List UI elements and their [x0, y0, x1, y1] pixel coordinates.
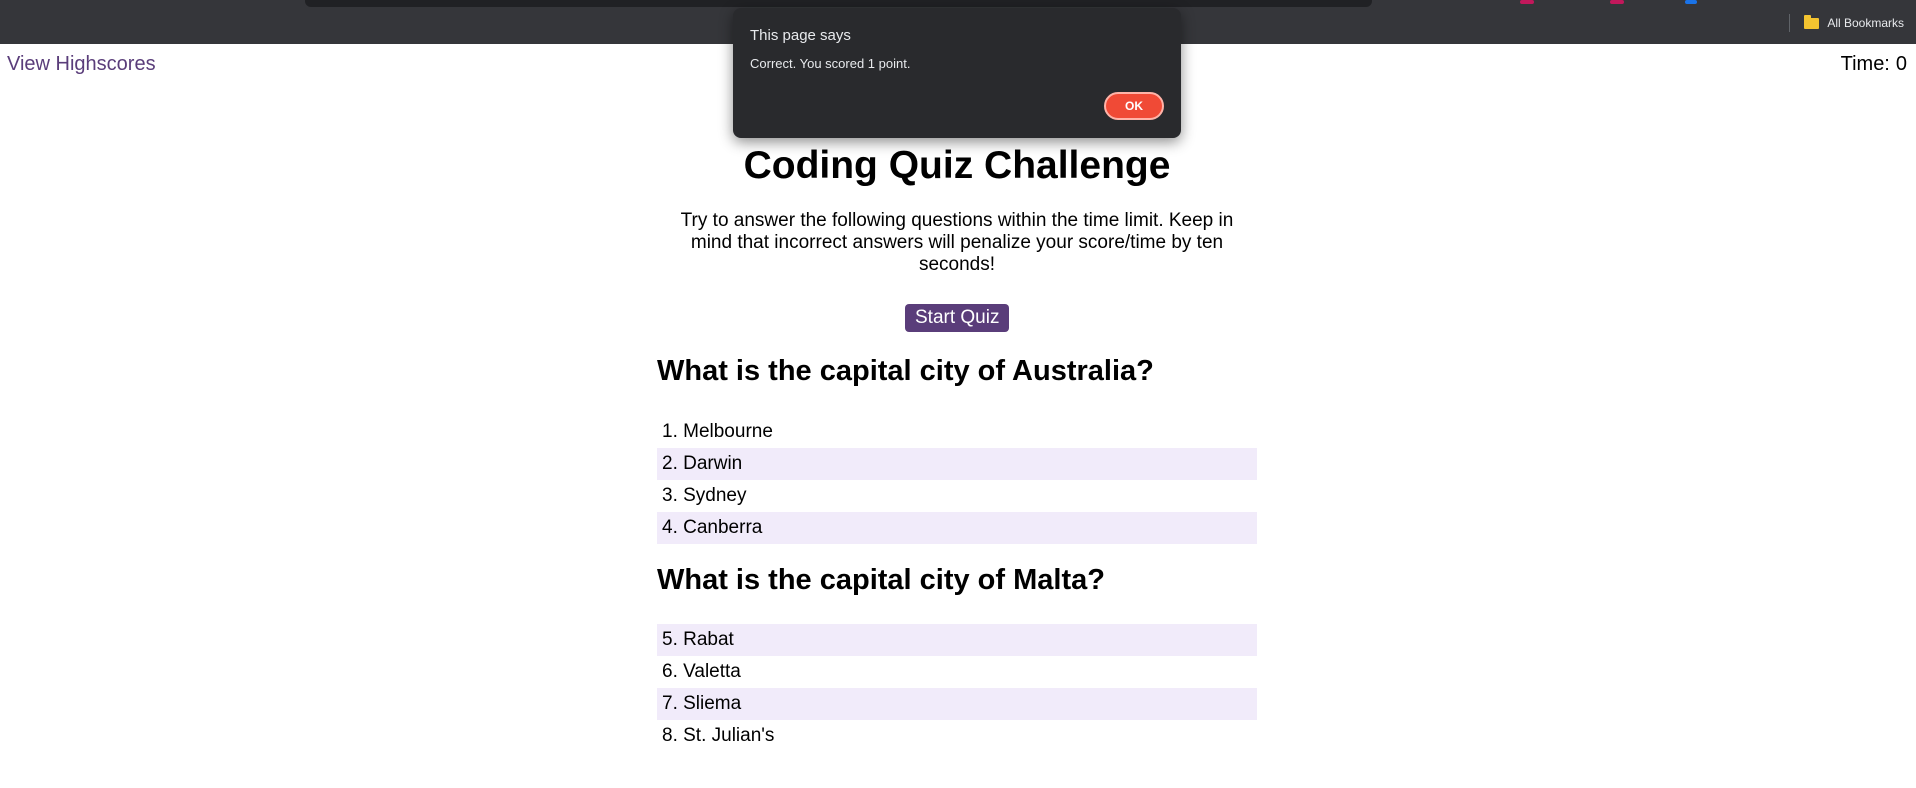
- dialog-title: This page says: [750, 27, 851, 44]
- extension-icon[interactable]: [1520, 0, 1534, 4]
- ok-button[interactable]: OK: [1104, 92, 1164, 120]
- folder-icon: [1804, 14, 1820, 29]
- alert-dialog: This page says Correct. You scored 1 poi…: [733, 8, 1181, 138]
- start-quiz-button[interactable]: Start Quiz: [905, 304, 1010, 332]
- extension-icon[interactable]: [1610, 0, 1624, 4]
- question-2: What is the capital city of Malta?: [657, 562, 1257, 598]
- bookmarks-bar: All Bookmarks: [1789, 14, 1904, 32]
- answer-list-1: 1. Melbourne 2. Darwin 3. Sydney 4. Canb…: [657, 416, 1257, 544]
- answer-list-2: 5. Rabat 6. Valetta 7. Sliema 8. St. Jul…: [657, 624, 1257, 752]
- quiz-container: Coding Quiz Challenge Try to answer the …: [657, 142, 1257, 746]
- timer-label: Time:: [1840, 53, 1890, 75]
- extension-icon[interactable]: [1685, 0, 1697, 4]
- page-title: Coding Quiz Challenge: [743, 144, 1171, 187]
- answer-option[interactable]: 8. St. Julian's: [657, 720, 1257, 752]
- answer-option[interactable]: 3. Sydney: [657, 480, 1257, 512]
- answer-option[interactable]: 4. Canberra: [657, 512, 1257, 544]
- answer-option[interactable]: 1. Melbourne: [657, 416, 1257, 448]
- bookmarks-divider: [1789, 14, 1791, 32]
- question-title: What is the capital city of Malta?: [657, 564, 1105, 596]
- dialog-message: Correct. You scored 1 point.: [750, 56, 911, 71]
- answer-option[interactable]: 5. Rabat: [657, 624, 1257, 656]
- timer-value: 0: [1895, 53, 1907, 75]
- answer-option[interactable]: 7. Sliema: [657, 688, 1257, 720]
- address-bar[interactable]: [305, 0, 1372, 7]
- question-1: What is the capital city of Australia?: [657, 353, 1257, 389]
- all-bookmarks-button[interactable]: All Bookmarks: [1827, 16, 1904, 30]
- answer-option[interactable]: 6. Valetta: [657, 656, 1257, 688]
- question-title: What is the capital city of Australia?: [657, 355, 1154, 387]
- timer: Time: 0: [1841, 53, 1907, 76]
- intro-text: Try to answer the following questions wi…: [680, 210, 1234, 275]
- answer-option[interactable]: 2. Darwin: [657, 448, 1257, 480]
- view-highscores-link[interactable]: View Highscores: [7, 53, 156, 76]
